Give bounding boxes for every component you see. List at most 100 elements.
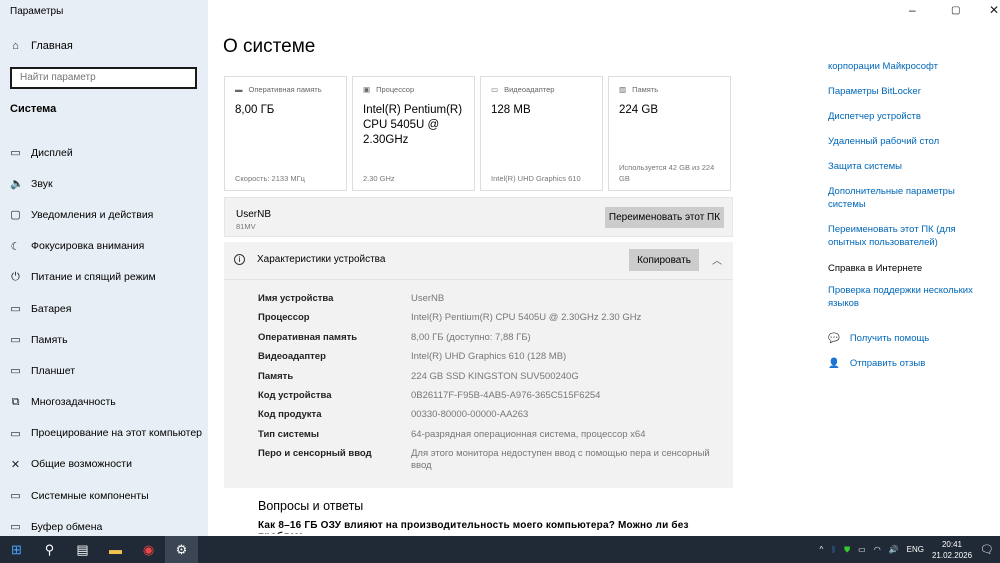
sidebar-item[interactable]: 🔈 Звук xyxy=(0,168,208,199)
card-label: Оперативная память xyxy=(248,85,322,94)
feedback-icon: 👤 xyxy=(828,358,840,369)
explorer-icon[interactable]: ▬ xyxy=(99,542,132,557)
collapse-chevron-icon[interactable]: ︿ xyxy=(712,252,722,267)
device-specs: i Характеристики устройства Копировать ︿ … xyxy=(224,242,733,488)
tray-chevron-icon[interactable]: ^ xyxy=(820,545,824,554)
sidebar-item-label: Общие возможности xyxy=(31,458,132,471)
battery-icon[interactable]: ▭ xyxy=(858,545,866,554)
qa-question[interactable]: Как 8–16 ГБ ОЗУ влияют на производительн… xyxy=(258,520,703,534)
card-icon: ▬ xyxy=(235,85,243,94)
sidebar-item-icon: ▭ xyxy=(10,521,21,534)
sidebar-item-icon: ▢ xyxy=(10,209,21,222)
summary-card: ▭ Видеоадаптер 128 MB Intel(R) UHD Graphics… xyxy=(480,76,603,191)
sidebar-item-label: Дисплей xyxy=(31,146,73,159)
specs-title: Характеристики устройства xyxy=(257,254,386,265)
spec-value: 0B26117F-F95B-4AB5-A976-365C515F6254 xyxy=(411,389,601,401)
related-link[interactable]: Параметры BitLocker xyxy=(828,85,988,98)
related-link[interactable]: корпорации Майкрософт xyxy=(828,60,988,73)
help-link[interactable]: Проверка поддержки нескольких языков xyxy=(828,284,988,310)
related-link[interactable]: Удаленный рабочий стол xyxy=(828,135,988,148)
pc-name: UserNB xyxy=(236,209,272,220)
card-icon: ▨ xyxy=(619,85,627,94)
card-value: Intel(R) Pentium(R) CPU 5405U @ 2.30GHz xyxy=(363,104,463,146)
bluetooth-icon[interactable]: ᛒ xyxy=(831,545,836,554)
sidebar-item-label: Память xyxy=(31,333,68,346)
card-sub: Intel(R) UHD Graphics 610 xyxy=(491,174,581,183)
spec-key: Видеоадаптер xyxy=(258,351,326,363)
sidebar-item[interactable]: ▭ Системные компоненты xyxy=(0,480,208,511)
maximize-button[interactable]: ▢ xyxy=(951,5,960,16)
sidebar-item-icon: 🔈 xyxy=(10,178,24,191)
home-label: Главная xyxy=(31,40,73,52)
sidebar-item-label: Системные компоненты xyxy=(31,489,149,502)
sidebar-home[interactable]: ⌂ Главная xyxy=(10,40,73,52)
related-link[interactable]: Защита системы xyxy=(828,160,988,173)
summary-card: ▬ Оперативная память 8,00 ГБ Скорость: 2133… xyxy=(224,76,347,191)
spec-key: Тип системы xyxy=(258,428,320,440)
card-sub: Используется 42 GB из 224 GB xyxy=(619,163,715,183)
search-taskbar-icon[interactable]: ⚲ xyxy=(33,542,66,558)
spec-row: Оперативная память 8,00 ГБ (доступно: 7,8… xyxy=(258,332,711,351)
sidebar-item-label: Батарея xyxy=(31,302,72,315)
copy-button[interactable]: Копировать xyxy=(629,249,699,271)
sidebar-item-icon: ▭ xyxy=(10,303,21,316)
chrome-icon[interactable]: ◉ xyxy=(132,542,165,558)
related-link[interactable]: Дополнительные параметры системы xyxy=(828,185,988,211)
minimize-button[interactable]: – xyxy=(909,3,916,17)
close-button[interactable]: ✕ xyxy=(989,3,999,17)
spec-row: Тип системы 64-разрядная операционная сис… xyxy=(258,429,711,448)
language-indicator[interactable]: ENG xyxy=(907,545,924,554)
sidebar-item-label: Фокусировка внимания xyxy=(31,240,145,253)
sidebar-item-icon: ▭ xyxy=(10,490,21,503)
spec-value: Intel(R) Pentium(R) CPU 5405U @ 2.30GHz … xyxy=(411,312,642,324)
sidebar-item[interactable]: ⏻ Питание и спящий режим xyxy=(0,262,208,293)
rename-pc-button[interactable]: Переименовать этот ПК xyxy=(605,207,724,228)
settings-taskbar-icon[interactable]: ⚙ xyxy=(165,536,198,563)
sidebar-item-label: Уведомления и действия xyxy=(31,208,154,221)
section-title: Система xyxy=(10,103,57,115)
pc-name-bar: UserNB 81MV Переименовать этот ПК xyxy=(224,197,733,237)
sidebar-item[interactable]: ⧉ Многозадачность xyxy=(0,387,208,418)
spec-row: Перо и сенсорный ввод Для этого монитора … xyxy=(258,448,711,472)
sidebar-item[interactable]: ▭ Дисплей xyxy=(0,137,208,168)
card-label: Память xyxy=(632,85,659,94)
start-button[interactable]: ⊞ xyxy=(0,542,33,558)
search-input[interactable]: Найти параметр xyxy=(10,67,197,89)
sidebar-item[interactable]: ▭ Память xyxy=(0,324,208,355)
card-sub: 2.30 GHz xyxy=(363,174,395,183)
summary-cards: ▬ Оперативная память 8,00 ГБ Скорость: 2133… xyxy=(224,76,731,191)
related-link[interactable]: Диспетчер устройств xyxy=(828,110,988,123)
sidebar-item-icon: ▭ xyxy=(10,147,21,160)
pc-model: 81MV xyxy=(236,222,256,231)
summary-card: ▣ Процессор Intel(R) Pentium(R) CPU 5405U … xyxy=(352,76,475,191)
get-help-link[interactable]: 💬 Получить помощь xyxy=(828,332,988,345)
related-link[interactable]: Переименовать этот ПК (для опытных польз… xyxy=(828,223,988,249)
wifi-icon[interactable]: ◠ xyxy=(874,545,881,554)
sidebar-item[interactable]: ▭ Батарея xyxy=(0,293,208,324)
app-title: Параметры xyxy=(10,6,64,17)
card-label: Процессор xyxy=(376,85,415,94)
sidebar-item-icon: ▭ xyxy=(10,427,21,440)
notifications-icon[interactable]: 🗨 xyxy=(980,543,994,556)
spec-row: Имя устройства UserNB xyxy=(258,293,711,312)
spec-key: Память xyxy=(258,370,294,382)
sidebar-item[interactable]: ☾ Фокусировка внимания xyxy=(0,231,208,262)
task-view-icon[interactable]: ▤ xyxy=(66,542,99,558)
sidebar-item[interactable]: ✕ Общие возможности xyxy=(0,449,208,480)
qa-title: Вопросы и ответы xyxy=(258,499,364,513)
clock[interactable]: 20:41 21.02.2026 xyxy=(932,539,972,561)
spec-key: Оперативная память xyxy=(258,331,358,343)
sidebar-item[interactable]: ▭ Проецирование на этот компьютер xyxy=(0,418,208,449)
spec-value: Для этого монитора недоступен ввод с пом… xyxy=(411,448,710,472)
spec-key: Процессор xyxy=(258,312,310,324)
sidebar-item-label: Буфер обмена xyxy=(31,520,103,533)
sidebar-item[interactable]: ▭ Планшет xyxy=(0,355,208,386)
volume-icon[interactable]: 🔊 xyxy=(889,545,899,554)
spec-value: 224 GB SSD KINGSTON SUV500240G xyxy=(411,370,579,382)
sidebar-item-icon: ✕ xyxy=(10,458,21,471)
sidebar-item[interactable]: ▢ Уведомления и действия xyxy=(0,199,208,230)
sidebar-item-label: Питание и спящий режим xyxy=(31,271,156,284)
security-icon[interactable]: ⛊ xyxy=(844,545,850,555)
feedback-link[interactable]: 👤 Отправить отзыв xyxy=(828,357,988,370)
spec-key: Имя устройства xyxy=(258,293,334,304)
